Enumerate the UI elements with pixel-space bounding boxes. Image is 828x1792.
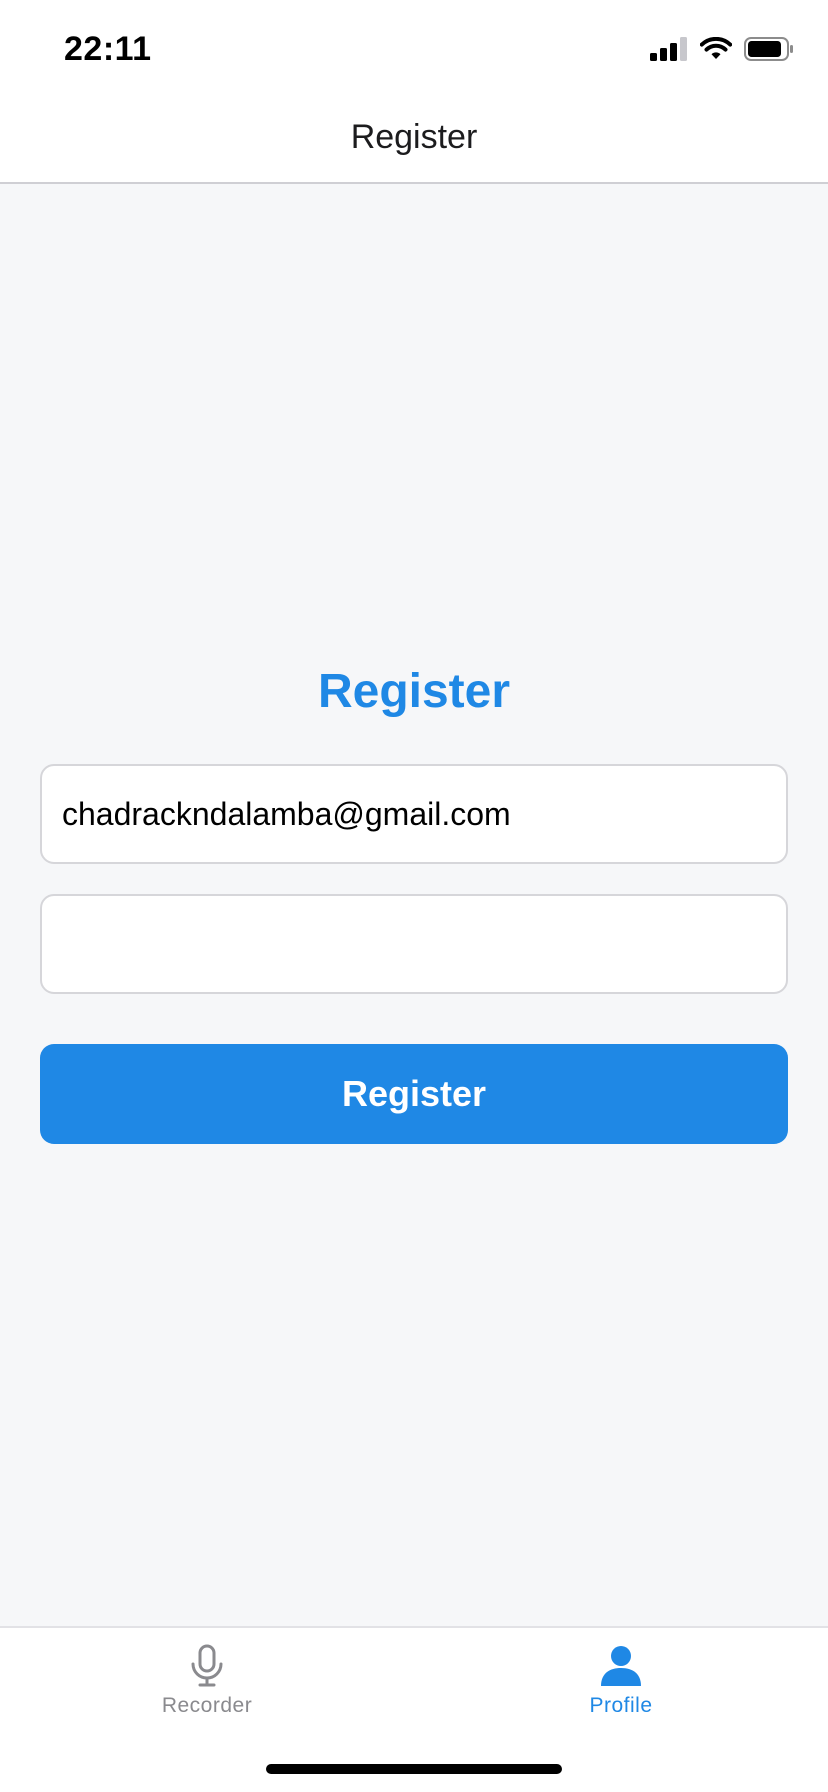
wifi-icon bbox=[700, 37, 732, 59]
tab-profile-label: Profile bbox=[589, 1694, 653, 1717]
microphone-icon bbox=[191, 1644, 223, 1687]
tab-recorder-label: Recorder bbox=[161, 1694, 253, 1717]
person-icon bbox=[601, 1646, 641, 1686]
battery-icon bbox=[744, 37, 793, 61]
password-field[interactable] bbox=[40, 894, 788, 994]
cellular-signal-icon bbox=[650, 37, 687, 61]
home-indicator bbox=[266, 1764, 562, 1774]
tab-recorder[interactable]: Recorder bbox=[97, 1644, 317, 1718]
email-field[interactable] bbox=[40, 764, 788, 864]
form-heading: Register bbox=[317, 665, 511, 718]
status-icons bbox=[650, 34, 794, 64]
register-screen: 22:11 Register Register Register bbox=[0, 0, 828, 1792]
register-button[interactable]: Register bbox=[40, 1044, 788, 1144]
header: 22:11 Register bbox=[0, 0, 828, 184]
tab-profile[interactable]: Profile bbox=[511, 1644, 731, 1718]
status-time: 22:11 bbox=[64, 30, 152, 68]
nav-title: Register bbox=[350, 118, 478, 156]
